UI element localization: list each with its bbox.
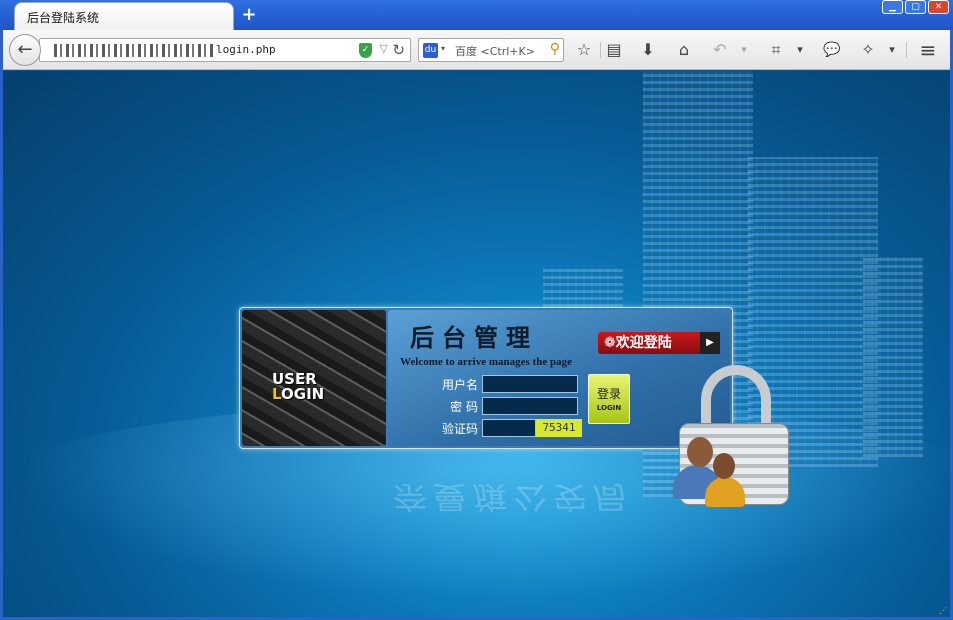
welcome-badge-label: ❁欢迎登陆	[604, 335, 672, 351]
title-bar: 后台登陆系统 + ▁ ▢ ✕	[0, 0, 953, 30]
back-button[interactable]: ←	[9, 34, 41, 66]
reading-list-icon[interactable]: ▤	[603, 39, 625, 61]
users-icon	[669, 437, 759, 507]
logo-letter-l: L	[272, 385, 282, 403]
addon-icon[interactable]: ✧	[857, 39, 879, 61]
user-figure-head	[687, 437, 713, 467]
shield-icon[interactable]: ✓	[359, 43, 372, 58]
login-panel: USER LOGIN 后台管理 Welcome to arrive manage…	[239, 307, 733, 449]
search-icon[interactable]: ⚲	[550, 41, 560, 57]
download-icon[interactable]: ⬇	[637, 39, 659, 61]
maximize-button[interactable]: ▢	[905, 0, 926, 14]
username-input[interactable]	[482, 375, 578, 393]
user-login-logo: USER LOGIN	[272, 372, 324, 402]
toolbar-divider	[906, 42, 907, 58]
url-redacted-area	[54, 44, 214, 57]
search-engine-dropdown-icon[interactable]: ▾	[441, 44, 445, 53]
dropdown-icon[interactable]: ▽	[380, 42, 388, 55]
logo-line-login: LOGIN	[272, 387, 324, 402]
close-button[interactable]: ✕	[928, 0, 949, 14]
bookmark-star-icon[interactable]: ☆	[573, 39, 595, 61]
login-button-sublabel: LOGIN	[596, 404, 622, 412]
panel-subheading: Welcome to arrive manages the page	[400, 356, 572, 368]
url-text: login.php	[216, 43, 276, 56]
password-input[interactable]	[482, 397, 578, 415]
tab-login[interactable]: 后台登陆系统	[14, 2, 234, 30]
crop-dropdown-icon[interactable]: ▾	[789, 39, 811, 61]
navigation-toolbar: login.php ✓ ▽ ↻ ← du ▾ 百度 <Ctrl+K> ⚲ ☆ ▤…	[3, 30, 950, 70]
captcha-label: 验证码	[441, 422, 478, 436]
logo-letters-ogin: OGIN	[281, 385, 325, 403]
panel-heading: 后台管理	[410, 323, 538, 352]
tab-title: 后台登陆系统	[27, 11, 100, 25]
play-arrow-icon: ▶	[700, 332, 720, 354]
resize-grip-icon[interactable]: ⋰	[939, 606, 949, 616]
chat-icon[interactable]: 💬	[821, 39, 843, 61]
captcha-code[interactable]: 75341	[536, 419, 582, 437]
search-engine-icon[interactable]: du	[423, 43, 438, 58]
watermark-text: 奈曼旗公安局	[391, 478, 635, 515]
background-building	[863, 257, 923, 457]
minimize-button[interactable]: ▁	[882, 0, 903, 14]
captcha-input[interactable]	[482, 419, 536, 437]
user-figure-head	[713, 453, 735, 479]
menu-icon[interactable]: ≡	[917, 39, 939, 61]
password-label: 密 码	[450, 400, 478, 414]
toolbar-divider	[600, 42, 601, 58]
crop-icon[interactable]: ⌗	[765, 39, 787, 61]
login-button-label: 登录	[596, 387, 621, 401]
back-icon: ←	[17, 39, 33, 60]
welcome-badge: ❁欢迎登陆 ▶	[598, 332, 720, 354]
username-label: 用户名	[441, 378, 478, 392]
search-bar[interactable]: du ▾ 百度 <Ctrl+K> ⚲	[418, 38, 564, 62]
undo-icon[interactable]: ↶	[709, 39, 731, 61]
login-button[interactable]: 登录 LOGIN	[588, 374, 630, 424]
reload-icon[interactable]: ↻	[392, 41, 405, 59]
address-bar[interactable]: login.php ✓ ▽ ↻	[39, 38, 411, 62]
home-icon[interactable]: ⌂	[673, 39, 695, 61]
undo-dropdown-icon[interactable]: ▾	[733, 39, 755, 61]
user-figure	[705, 477, 745, 507]
search-placeholder: 百度 <Ctrl+K>	[455, 45, 535, 58]
addon-dropdown-icon[interactable]: ▾	[881, 39, 903, 61]
keyboard-image: USER LOGIN	[242, 310, 386, 446]
page-content: USER LOGIN 后台管理 Welcome to arrive manage…	[3, 71, 950, 617]
new-tab-button[interactable]: +	[238, 4, 260, 26]
window-controls: ▁ ▢ ✕	[882, 0, 949, 14]
